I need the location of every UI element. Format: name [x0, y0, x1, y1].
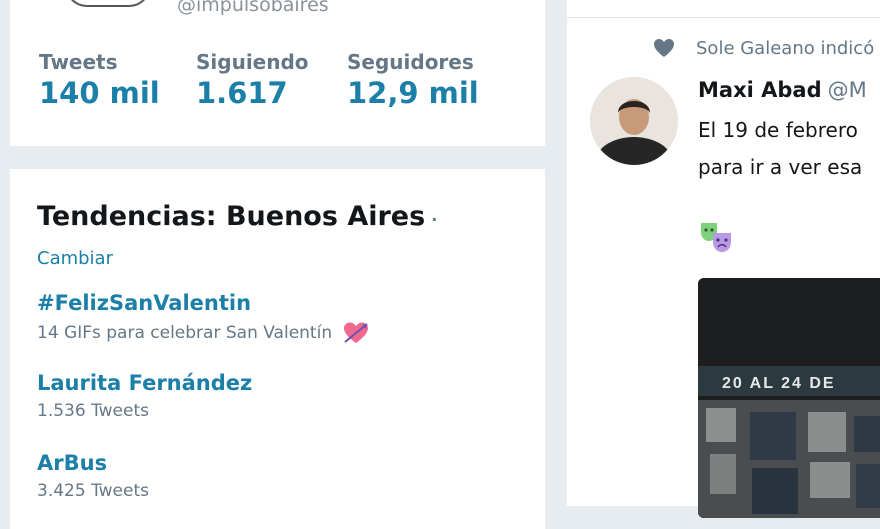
trend-name[interactable]: #FelizSanValentin	[37, 291, 370, 315]
avatar-image	[590, 77, 678, 165]
trends-separator: ·	[431, 210, 438, 229]
tweet-media[interactable]: 20 AL 24 DE	[698, 278, 880, 518]
tweet-author-avatar[interactable]	[590, 77, 678, 165]
media-caption: 20 AL 24 DE	[722, 375, 836, 392]
trend-item[interactable]: #FelizSanValentin 14 GIFs para celebrar …	[37, 291, 370, 345]
stat-following[interactable]: Siguiendo 1.617	[196, 50, 309, 110]
trends-title-text: Tendencias: Buenos Aires	[37, 201, 426, 232]
tweet-author[interactable]: Maxi Abad @M	[698, 78, 867, 102]
stat-value: 140 mil	[39, 76, 160, 110]
trend-item[interactable]: ArBus 3.425 Tweets	[37, 451, 149, 501]
timeline: Sole Galeano indicó Maxi Abad @M El 19 de…	[567, 0, 880, 518]
tweet-text-line: El 19 de febrero	[698, 118, 858, 142]
trend-item[interactable]: Laurita Fernández 1.536 Tweets	[37, 371, 252, 421]
trend-name[interactable]: Laurita Fernández	[37, 371, 252, 395]
heart-icon	[654, 39, 674, 57]
heart-arrow-icon	[343, 322, 368, 343]
change-location-link[interactable]: Cambiar	[37, 248, 113, 269]
trend-subtitle: 3.425 Tweets	[37, 481, 149, 501]
profile-avatar[interactable]	[65, 0, 151, 7]
trend-subtitle: 14 GIFs para celebrar San Valentín	[37, 321, 370, 345]
divider	[567, 17, 880, 18]
stat-label: Siguiendo	[196, 50, 309, 74]
stat-label: Seguidores	[347, 50, 474, 74]
performing-arts-masks-icon	[701, 223, 731, 252]
stat-value: 12,9 mil	[347, 76, 479, 110]
trend-subtitle-text: 14 GIFs para celebrar San Valentín	[37, 323, 333, 343]
trends-card: Tendencias: Buenos Aires · Cambiar #Feliz…	[10, 169, 545, 529]
stat-tweets[interactable]: Tweets 140 mil	[39, 50, 160, 110]
stat-label: Tweets	[39, 50, 118, 74]
profile-handle[interactable]: @impulsobaires	[177, 0, 329, 16]
trend-subtitle: 1.536 Tweets	[37, 401, 149, 421]
media-image: 20 AL 24 DE	[698, 278, 880, 518]
tweet-text-line: para ir a ver esa	[698, 155, 863, 179]
author-handle[interactable]: @M	[828, 78, 867, 102]
stat-value: 1.617	[196, 76, 288, 110]
trend-name[interactable]: ArBus	[37, 451, 149, 475]
trends-title: Tendencias: Buenos Aires ·	[37, 201, 437, 232]
stat-followers[interactable]: Seguidores 12,9 mil	[347, 50, 479, 110]
author-name[interactable]: Maxi Abad	[698, 78, 822, 102]
social-context-text[interactable]: Sole Galeano indicó	[696, 38, 874, 59]
profile-card: @impulsobaires Tweets 140 mil Siguiendo …	[10, 0, 545, 146]
